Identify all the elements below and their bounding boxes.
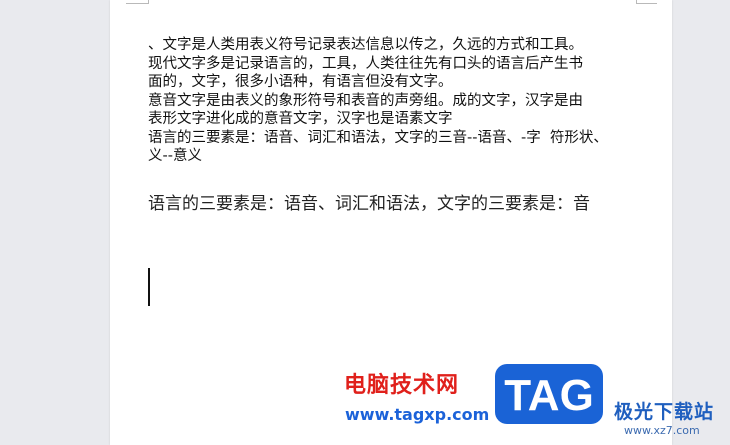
brand-name: 极光下载站 [614, 401, 715, 423]
paragraph-line: 表形文字进化成的意音文字，汉字也是语素文字 [148, 111, 453, 127]
serif-paragraph: 语言的三要素是：语音、词汇和语法，文字的三要素是：音 [148, 194, 590, 214]
page-corner-mark-left [126, 0, 149, 4]
text-cursor [148, 268, 150, 306]
watermark-site-url: www.tagxp.com [345, 405, 490, 424]
paragraph-line: 现代文字多是记录语言的，工具，人类往往先有口头的语言后产生书 [148, 55, 583, 72]
document-body[interactable]: 、文字是人类用表义符号记录表达信息以传之，久远的方式和工具。 现代文字多是记录语… [148, 36, 648, 166]
paragraph-line: 义--意义 [148, 148, 202, 164]
paragraph-line: 语言的三要素是：语音、词汇和语法，文字的三音--语音、-字 符形状、 [148, 129, 608, 146]
tag-logo-text: TAG [504, 371, 594, 420]
paragraph-line: 、文字是人类用表义符号记录表达信息以传之，久远的方式和工具。 [148, 37, 583, 53]
page-corner-mark-right [636, 0, 657, 4]
tag-logo-icon: TAG [495, 364, 603, 424]
paragraph-line: 面的，文字，很多小语种，有语言但没有文字。 [148, 74, 453, 90]
paragraph-line: 意音文字是由表义的象形符号和表音的声旁组。成的文字，汉字是由 [148, 92, 583, 109]
brand-url: www.xz7.com [624, 424, 700, 437]
watermark-site-name: 电脑技术网 [344, 373, 460, 398]
